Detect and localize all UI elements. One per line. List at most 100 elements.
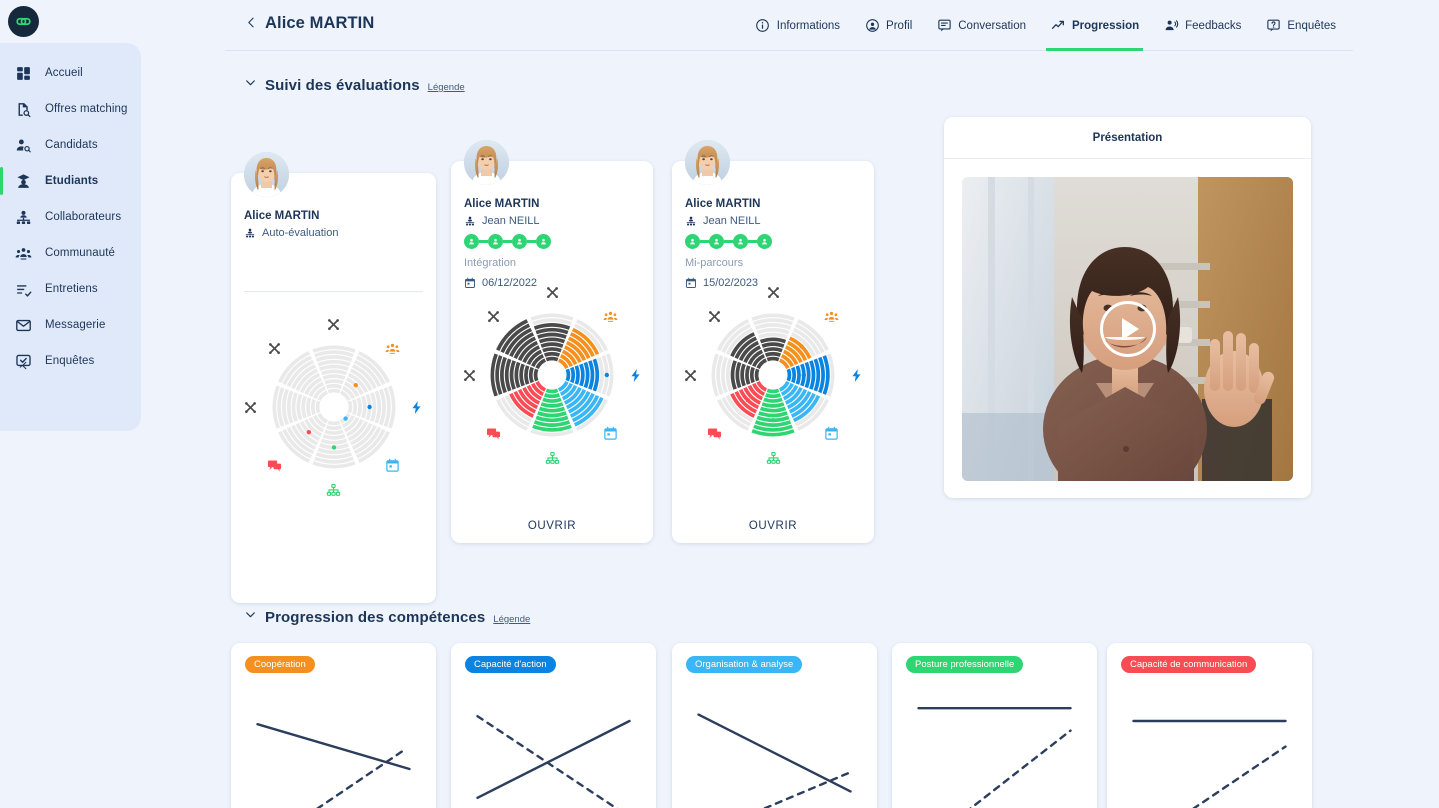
competency-badge: Capacité de communication [1121,656,1257,673]
sidebar-item-entretiens[interactable]: Entretiens [0,271,141,307]
tools-cross-icon [684,369,696,381]
step-person-icon [517,238,522,245]
evaluation-card-evaluator: Jean NEILL [685,215,760,227]
step-dot-4[interactable] [536,234,551,249]
sidebar-item-messagerie[interactable]: Messagerie [0,307,141,343]
step-dot-4[interactable] [757,234,772,249]
evaluator-name: Jean NEILL [703,215,761,227]
radar-axis-icon-5 [683,368,698,383]
legend-link-evaluations[interactable]: Légende [428,82,465,93]
tab-feedbacks[interactable]: Feedbacks [1151,0,1253,51]
sidebar-item-collaborateurs[interactable]: Collaborateurs [0,199,141,235]
radar-chart-wrapper[interactable] [684,286,861,464]
evaluation-date: 15/02/2023 [685,277,758,289]
calendar-icon [385,458,399,472]
step-dot-1[interactable] [464,234,479,249]
legend-link-competences[interactable]: Légende [493,614,530,625]
radar-marker-2 [770,418,776,423]
radar-center-hole [539,362,565,388]
competency-card[interactable]: Coopération [231,643,436,808]
lightning-bolt-icon [851,368,861,382]
presentation-title: Présentation [944,117,1311,159]
radar-axis-icon-4 [267,458,282,473]
app-logo[interactable] [8,6,39,37]
radar-axis-icon-2 [385,458,400,473]
sidebar-collapse-button[interactable] [12,353,36,377]
calendar-icon [686,277,696,288]
competency-line-chart [917,707,1072,808]
tab-profil[interactable]: Profil [852,0,924,51]
play-button[interactable] [1099,301,1156,357]
presentation-video-thumbnail[interactable] [962,177,1293,481]
competency-card[interactable]: Organisation & analyse [672,643,877,808]
tab-label: Enquêtes [1287,19,1336,32]
person-badge-icon [465,216,475,226]
evaluation-card[interactable]: Alice MARTIN Jean NEILL Mi-parcours 15/02/2… [672,140,874,543]
radar-marker-0 [799,344,804,349]
lightning-bolt-icon [630,368,640,382]
graduate-person-icon [16,173,30,188]
sidebar-item-accueil[interactable]: Accueil [0,55,141,91]
section-header-evaluations: Suivi des évaluations Légende [244,77,465,94]
tools-cross-icon [328,318,339,330]
chat-bubbles-icon [707,428,721,440]
tab-enqu-tes[interactable]: Enquêtes [1253,0,1348,51]
document-search-icon [12,98,34,120]
person-team-icon [16,210,30,224]
play-triangle-icon [1121,318,1139,340]
evaluator-name: Jean NEILL [482,215,540,227]
competency-line-chart [1132,719,1287,808]
step-dot-3[interactable] [733,234,748,249]
sidebar-item-offres-matching[interactable]: Offres matching [0,91,141,127]
section-title-competences: Progression des compétences [265,609,486,626]
evaluation-card[interactable]: Alice MARTIN Auto-évaluation [231,152,436,603]
avatar-image [685,140,730,185]
competency-card[interactable]: Capacité de communication [1107,643,1312,808]
open-evaluation-button[interactable]: OUVRIR [672,520,874,532]
step-dot-2[interactable] [709,234,724,249]
evaluation-card-evaluator: Auto-évaluation [244,227,338,239]
chevron-down-icon[interactable] [244,608,257,624]
step-dot-3[interactable] [512,234,527,249]
tab-label: Feedbacks [1185,19,1242,32]
step-person-icon [738,238,743,245]
tab-progression[interactable]: Progression [1038,0,1151,51]
sidebar-item-candidats[interactable]: Candidats [0,127,141,163]
step-dot-2[interactable] [488,234,503,249]
competency-card[interactable]: Capacité d'action [451,643,656,808]
calendar-icon [685,277,697,289]
radar-axis-icon-3 [326,483,341,498]
step-connector [700,240,709,243]
tab-informations[interactable]: Informations [743,0,852,51]
step-person-icon [541,238,546,245]
step-dot-1[interactable] [685,234,700,249]
tools-cross-icon [487,310,499,322]
person-search-icon [12,134,34,156]
sidebar-item-communaut[interactable]: Communauté [0,235,141,271]
evaluation-card[interactable]: Alice MARTIN Jean NEILL Intégration 06/12/2… [451,140,653,543]
radar-marker-3 [745,397,751,403]
step-connector [479,240,488,243]
org-chart-icon [545,451,559,464]
person-badge-icon [244,227,256,239]
main-content: Suivi des évaluations Légende Alice MART… [225,51,1353,808]
step-person-icon [762,238,767,245]
lightning-bolt-icon [412,400,421,414]
evaluation-card-name: Alice MARTIN [244,210,320,222]
chevron-down-icon[interactable] [244,76,257,92]
competency-series-évaluateur [697,713,852,793]
tab-conversation[interactable]: Conversation [924,0,1038,51]
radar-chart-wrapper[interactable] [463,286,640,464]
radar-axis-icon-1 [409,400,424,415]
radar-axis-icon-0 [385,341,400,356]
back-button[interactable] [242,15,260,35]
competency-card[interactable]: Posture professionnelle [892,643,1097,808]
open-evaluation-button[interactable]: OUVRIR [451,520,653,532]
envelope-icon [12,314,34,336]
sidebar-item-etudiants[interactable]: Etudiants [0,163,141,199]
avatar [685,140,730,185]
list-check-icon [12,278,34,300]
radar-chart-wrapper[interactable] [245,318,421,496]
avatar-image [464,140,509,185]
step-connector [748,240,757,243]
